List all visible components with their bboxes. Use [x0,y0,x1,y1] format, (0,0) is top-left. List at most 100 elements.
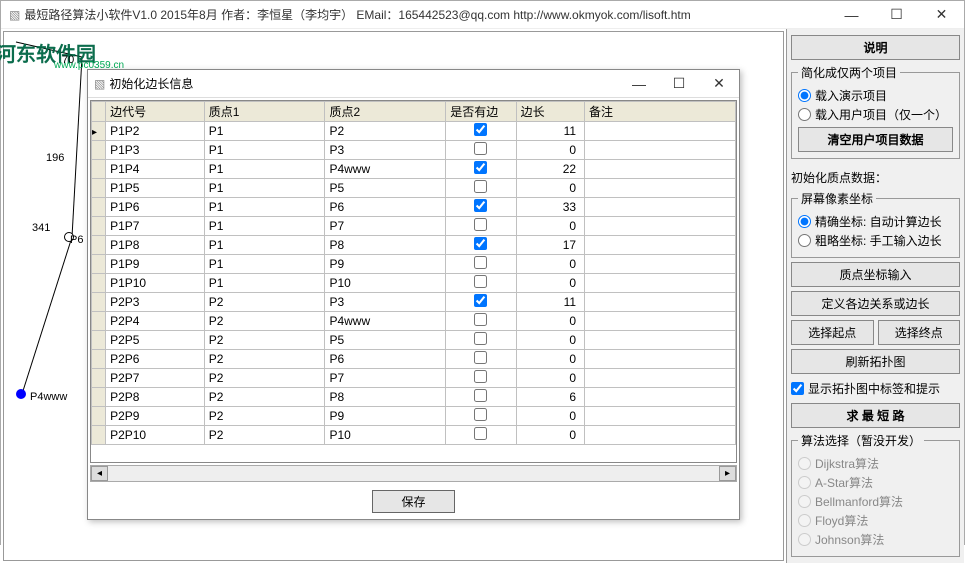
clear-user-data-button[interactable]: 清空用户项目数据 [798,127,953,152]
close-button[interactable]: ✕ [919,1,964,28]
cell-has-edge[interactable] [446,179,516,198]
has-edge-checkbox[interactable] [474,313,487,326]
cell-edge-id[interactable]: P1P7 [106,217,205,236]
col-length[interactable]: 边长 [516,102,584,122]
table-row[interactable]: P2P9P2P90 [92,407,736,426]
table-row[interactable]: P2P4P2P4www0 [92,312,736,331]
cell-edge-id[interactable]: P2P6 [106,350,205,369]
cell-point2[interactable]: P6 [325,198,446,217]
table-row[interactable]: P1P9P1P90 [92,255,736,274]
col-point2[interactable]: 质点2 [325,102,446,122]
cell-point1[interactable]: P2 [204,426,325,445]
edge-grid-container[interactable]: 边代号 质点1 质点2 是否有边 边长 备注 P1P2P1P211P1P3P1P… [90,100,737,463]
cell-point1[interactable]: P1 [204,198,325,217]
table-row[interactable]: P1P10P1P100 [92,274,736,293]
has-edge-checkbox[interactable] [474,275,487,288]
cell-note[interactable] [585,426,736,445]
cell-point1[interactable]: P1 [204,122,325,141]
cell-edge-id[interactable]: P2P8 [106,388,205,407]
cell-has-edge[interactable] [446,255,516,274]
col-has-edge[interactable]: 是否有边 [446,102,516,122]
cell-point2[interactable]: P7 [325,369,446,388]
table-row[interactable]: P1P7P1P70 [92,217,736,236]
has-edge-checkbox[interactable] [474,199,487,212]
cell-note[interactable] [585,388,736,407]
cell-note[interactable] [585,331,736,350]
graph-node[interactable] [16,389,26,399]
cell-note[interactable] [585,312,736,331]
cell-has-edge[interactable] [446,141,516,160]
dialog-close-button[interactable]: ✕ [699,70,739,97]
cell-length[interactable]: 22 [516,160,584,179]
has-edge-checkbox[interactable] [474,123,487,136]
cell-length[interactable]: 0 [516,255,584,274]
cell-note[interactable] [585,369,736,388]
cell-has-edge[interactable] [446,331,516,350]
table-row[interactable]: P1P8P1P817 [92,236,736,255]
precise-coord-radio[interactable]: 精确坐标: 自动计算边长 [798,213,953,230]
cell-has-edge[interactable] [446,274,516,293]
cell-length[interactable]: 0 [516,217,584,236]
cell-point2[interactable]: P5 [325,331,446,350]
cell-edge-id[interactable]: P1P6 [106,198,205,217]
show-labels-checkbox[interactable]: 显示拓扑图中标签和提示 [791,380,960,397]
has-edge-checkbox[interactable] [474,408,487,421]
cell-has-edge[interactable] [446,312,516,331]
load-user-radio[interactable]: 载入用户项目（仅一个） [798,106,953,123]
shortest-path-button[interactable]: 求 最 短 路 [791,403,960,428]
cell-has-edge[interactable] [446,388,516,407]
has-edge-checkbox[interactable] [474,332,487,345]
cell-note[interactable] [585,293,736,312]
coord-input-button[interactable]: 质点坐标输入 [791,262,960,287]
cell-has-edge[interactable] [446,122,516,141]
cell-point2[interactable]: P5 [325,179,446,198]
cell-edge-id[interactable]: P1P2 [106,122,205,141]
cell-length[interactable]: 0 [516,331,584,350]
cell-note[interactable] [585,179,736,198]
grid-horizontal-scrollbar[interactable]: ◂ ▸ [90,465,737,482]
cell-point2[interactable]: P2 [325,122,446,141]
col-edge-id[interactable]: 边代号 [106,102,205,122]
rough-coord-radio[interactable]: 粗略坐标: 手工输入边长 [798,232,953,249]
table-row[interactable]: P1P6P1P633 [92,198,736,217]
cell-point2[interactable]: P9 [325,407,446,426]
cell-edge-id[interactable]: P1P9 [106,255,205,274]
cell-point1[interactable]: P2 [204,407,325,426]
cell-point1[interactable]: P2 [204,388,325,407]
cell-point1[interactable]: P2 [204,331,325,350]
has-edge-checkbox[interactable] [474,142,487,155]
cell-has-edge[interactable] [446,236,516,255]
cell-point2[interactable]: P4www [325,312,446,331]
cell-has-edge[interactable] [446,426,516,445]
cell-point1[interactable]: P1 [204,274,325,293]
cell-edge-id[interactable]: P2P10 [106,426,205,445]
table-row[interactable]: P2P7P2P70 [92,369,736,388]
explain-button[interactable]: 说明 [791,35,960,60]
cell-edge-id[interactable]: P2P4 [106,312,205,331]
cell-point2[interactable]: P7 [325,217,446,236]
select-end-button[interactable]: 选择终点 [878,320,961,345]
cell-length[interactable]: 0 [516,350,584,369]
cell-point1[interactable]: P2 [204,293,325,312]
load-demo-radio[interactable]: 载入演示项目 [798,87,953,104]
table-row[interactable]: P1P2P1P211 [92,122,736,141]
cell-length[interactable]: 0 [516,369,584,388]
cell-point2[interactable]: P9 [325,255,446,274]
scroll-left-arrow[interactable]: ◂ [91,466,108,481]
cell-edge-id[interactable]: P1P4 [106,160,205,179]
cell-point2[interactable]: P10 [325,426,446,445]
cell-edge-id[interactable]: P2P7 [106,369,205,388]
cell-length[interactable]: 0 [516,274,584,293]
cell-has-edge[interactable] [446,350,516,369]
cell-length[interactable]: 0 [516,141,584,160]
table-row[interactable]: P2P3P2P311 [92,293,736,312]
cell-length[interactable]: 11 [516,293,584,312]
cell-has-edge[interactable] [446,369,516,388]
save-button[interactable]: 保存 [372,490,454,513]
cell-length[interactable]: 6 [516,388,584,407]
cell-has-edge[interactable] [446,198,516,217]
cell-has-edge[interactable] [446,217,516,236]
cell-note[interactable] [585,217,736,236]
table-row[interactable]: P1P4P1P4www22 [92,160,736,179]
cell-point1[interactable]: P1 [204,217,325,236]
